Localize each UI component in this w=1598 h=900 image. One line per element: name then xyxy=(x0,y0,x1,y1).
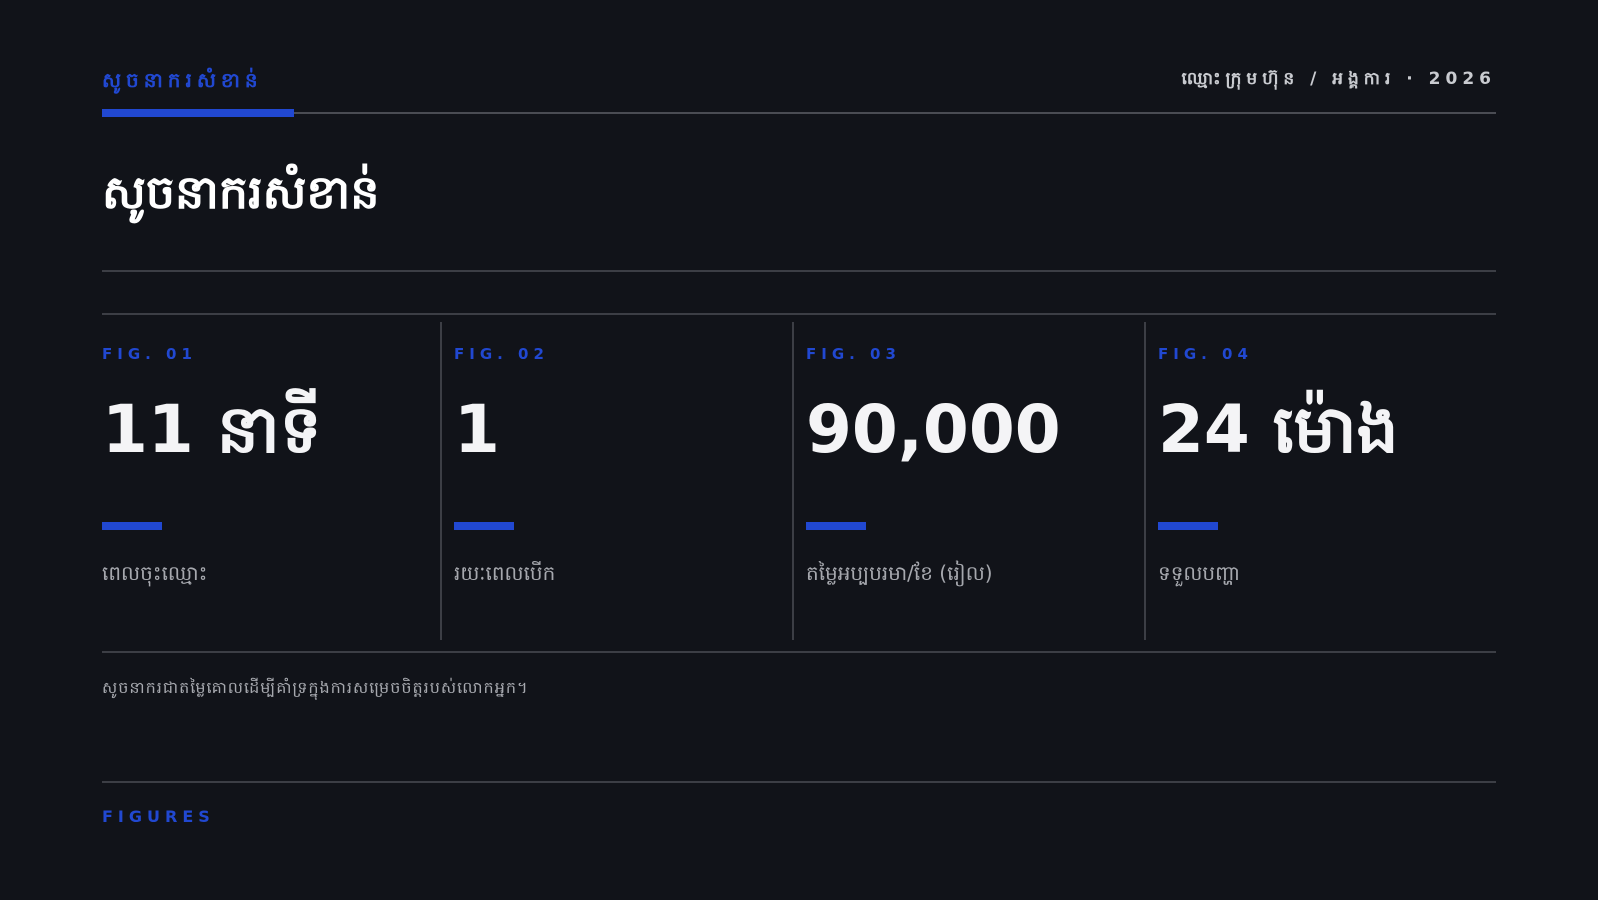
stat-value: 90,000 xyxy=(806,391,1061,468)
fig-label: FIG. 03 xyxy=(806,345,901,363)
title-divider xyxy=(102,270,1496,272)
stat-card-1: FIG. 01 11 នាទី ពេលចុះឈ្មោះ xyxy=(102,322,440,640)
stats-bottom-divider xyxy=(102,651,1496,653)
stat-accent-bar xyxy=(1158,522,1218,530)
stats-top-divider xyxy=(102,313,1496,315)
stat-label: រយៈពេលបើក xyxy=(454,561,556,585)
header-meta: ឈ្មោះក្រុមហ៊ុន / អង្គការ · 2026 xyxy=(1181,69,1496,89)
stat-card-2: FIG. 02 1 រយៈពេលបើក xyxy=(440,322,792,640)
footer-divider xyxy=(102,781,1496,783)
stat-value: 1 xyxy=(454,391,500,468)
header-accent-bar xyxy=(102,109,294,117)
stat-accent-bar xyxy=(806,522,866,530)
header-kicker: សូចនាករសំខាន់ xyxy=(102,68,263,92)
header: សូចនាករសំខាន់ ឈ្មោះក្រុមហ៊ុន / អង្គការ ·… xyxy=(102,0,1496,118)
stat-label: ទទួលបញ្ហា xyxy=(1158,561,1241,585)
fig-label: FIG. 02 xyxy=(454,345,549,363)
fig-label: FIG. 04 xyxy=(1158,345,1253,363)
stat-card-4: FIG. 04 24 ម៉ោង ទទួលបញ្ហា xyxy=(1144,322,1496,640)
footnote: សូចនាករជាតម្លៃគោលដើម្បីគាំទ្រក្នុងការសម្… xyxy=(102,678,529,697)
section-label: FIGURES xyxy=(102,807,215,826)
stat-label: តម្លៃអប្បបរមា/ខែ (រៀល) xyxy=(806,561,993,585)
stat-accent-bar xyxy=(102,522,162,530)
page-title: សូចនាករសំខាន់ xyxy=(102,165,380,219)
stat-value: 24 ម៉ោង xyxy=(1158,391,1399,468)
stat-accent-bar xyxy=(454,522,514,530)
stat-card-3: FIG. 03 90,000 តម្លៃអប្បបរមា/ខែ (រៀល) xyxy=(792,322,1144,640)
header-divider xyxy=(102,112,1496,114)
stat-label: ពេលចុះឈ្មោះ xyxy=(102,561,208,585)
stats-grid: FIG. 01 11 នាទី ពេលចុះឈ្មោះ FIG. 02 1 រយ… xyxy=(102,322,1496,640)
fig-label: FIG. 01 xyxy=(102,345,197,363)
stat-value: 11 នាទី xyxy=(102,391,322,468)
